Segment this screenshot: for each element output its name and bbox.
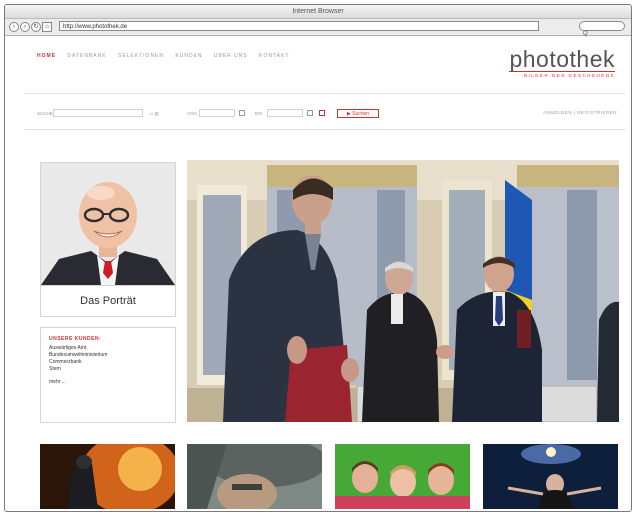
date-from-input[interactable] — [199, 109, 235, 117]
nav-ueber-uns[interactable]: ÜBER UNS — [214, 53, 248, 59]
reload-icon[interactable]: ↻ — [31, 22, 41, 32]
forward-icon[interactable]: › — [20, 22, 30, 32]
calendar-icon[interactable] — [307, 110, 313, 116]
window-title: Internet Browser — [5, 5, 631, 19]
nav-kunden[interactable]: KUNDEN — [175, 53, 202, 59]
customers-heading: UNSERE KUNDEN: — [49, 336, 102, 342]
portrait-card[interactable]: Das Porträt — [40, 162, 176, 317]
browser-window: Internet Browser ‹ › ↻ ⌂ http://www.phot… — [4, 4, 632, 512]
site-logo[interactable]: photothek BILDER DES GESCHEHENS — [509, 47, 615, 78]
login-register-link[interactable]: ANMELDEN | REGISTRIEREN — [543, 110, 617, 115]
portrait-image — [41, 163, 175, 285]
logo-name: photothek — [509, 46, 615, 72]
customer-item[interactable]: Commerzbank — [49, 359, 167, 366]
customers-box: UNSERE KUNDEN: Auswärtiges Amt Bundesumw… — [40, 327, 176, 423]
customer-item[interactable]: Stern — [49, 366, 167, 373]
nav-selektionen[interactable]: SELEKTIONEN — [118, 53, 164, 59]
address-bar[interactable]: http://www.photothek.de — [59, 21, 539, 31]
back-icon[interactable]: ‹ — [9, 22, 19, 32]
divider — [25, 129, 625, 130]
browser-toolbar: ‹ › ↻ ⌂ http://www.photothek.de Q — [5, 19, 631, 37]
nav-datenbank[interactable]: DATENBANK — [67, 53, 106, 59]
search-input[interactable] — [53, 109, 143, 117]
browser-search-field[interactable]: Q — [579, 21, 625, 37]
hero-photo[interactable] — [187, 160, 619, 422]
web-page: HOME DATENBANK SELEKTIONEN KUNDEN ÜBER U… — [25, 39, 625, 509]
nav-kontakt[interactable]: KONTAKT — [259, 53, 289, 59]
customer-item[interactable]: Auswärtiges Amt — [49, 345, 167, 352]
thumbnail-fire[interactable] — [40, 444, 175, 509]
divider — [25, 93, 625, 94]
portrait-caption: Das Porträt — [41, 285, 175, 317]
thumbnail-soldier[interactable] — [187, 444, 322, 509]
search-icon: Q — [583, 31, 588, 37]
search-bar: SUCHE ▭ ▤ VON BIS ▶ Suchen ANMELDEN | RE… — [37, 109, 617, 121]
home-icon[interactable]: ⌂ — [42, 22, 52, 32]
customers-more-link[interactable]: mehr ... — [49, 379, 167, 385]
nav-home[interactable]: HOME — [37, 53, 56, 59]
main-navigation: HOME DATENBANK SELEKTIONEN KUNDEN ÜBER U… — [37, 53, 298, 59]
calendar-icon[interactable] — [239, 110, 245, 116]
search-button[interactable]: ▶ Suchen — [337, 109, 379, 118]
logo-tagline: BILDER DES GESCHEHENS — [509, 71, 615, 78]
customer-item[interactable]: Bundesumweltministerium — [49, 352, 167, 359]
search-label: SUCHE — [37, 111, 53, 116]
date-to-input[interactable] — [267, 109, 303, 117]
thumbnail-children[interactable] — [335, 444, 470, 509]
von-label: VON — [187, 111, 197, 116]
calendar-icon[interactable] — [319, 110, 325, 116]
search-options-icon[interactable]: ▭ ▤ — [149, 111, 159, 117]
bis-label: BIS — [255, 111, 263, 116]
thumbnail-stage[interactable] — [483, 444, 618, 509]
